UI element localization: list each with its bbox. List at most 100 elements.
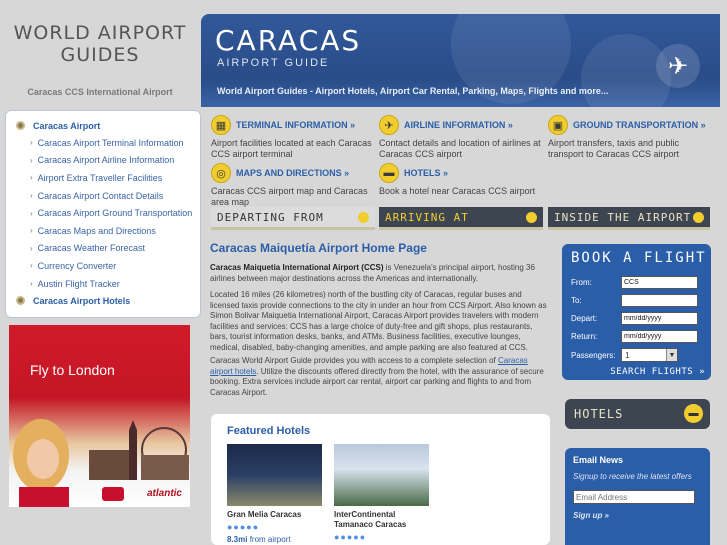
tab-arriving-at[interactable]: ARRIVING AT [379,207,543,230]
plane-icon [526,212,537,223]
sidebar-item-airline[interactable]: › Caracas Airport Airline Information [6,152,200,170]
chevron-right-icon: › [30,279,33,289]
hotels-paragraph: Caracas World Airport Guide provides you… [210,356,548,398]
sidebar-item-label: Caracas Airport Terminal Information [37,137,184,148]
hotel-distance-text: from airport [247,535,291,544]
hotel-distance-value: 8.3mi [227,535,248,544]
to-field[interactable] [621,294,698,307]
book-flight-title: BOOK A FLIGHT [571,250,707,266]
page-subtitle: AIRPORT GUIDE [217,57,330,69]
ground-info-link[interactable]: GROUND TRANSPORTATION » [573,120,706,130]
signup-link[interactable]: Sign up » [573,511,609,520]
hotels-text-b: . Utilize the discounts offered directly… [210,366,544,397]
model-portrait-image [13,419,69,507]
sidebar-item-contact[interactable]: › Caracas Airport Contact Details [6,187,200,205]
hotels-info-desc: Book a hotel near Caracas CCS airport [379,186,536,196]
featured-hotels-panel: Featured Hotels Gran Melia Caracas ●●●●●… [211,414,550,545]
sidebar-item-maps[interactable]: › Caracas Maps and Directions [6,222,200,240]
hotels-info-link[interactable]: HOTELS » [404,168,448,178]
search-flights-button[interactable]: SEARCH FLIGHTS » [610,367,705,377]
tab-label: DEPARTING FROM [217,210,324,224]
sidebar-item-label: Caracas Airport Hotels [33,295,131,306]
hotel-distance: 8.3mi from airport [227,535,322,544]
depart-date-field[interactable] [621,312,698,325]
hotel-stars: ●●●●● [227,522,260,532]
terminal-info-link[interactable]: TERMINAL INFORMATION » [236,120,355,130]
sidebar-item-label: Caracas Maps and Directions [37,225,156,236]
advert-brand: atlantic [146,488,182,499]
ground-info-panel: ▣ GROUND TRANSPORTATION » Airport transfe… [548,114,713,160]
sidebar-item-label: Caracas Airport Airline Information [37,155,175,166]
chevron-right-icon: › [30,138,33,148]
maps-info-panel: ◎ MAPS AND DIRECTIONS » Caracas CCS airpo… [211,162,376,208]
sidebar-item-terminal[interactable]: › Caracas Airport Terminal Information [6,134,200,152]
passengers-select[interactable]: 1 ▼ [621,348,678,362]
tab-inside-airport[interactable]: INSIDE THE AIRPORT [548,207,710,230]
email-news-title: Email News [573,455,624,465]
airplane-icon: ✈ [379,115,399,135]
tab-label: INSIDE THE AIRPORT [554,210,692,224]
tab-departing-from[interactable]: DEPARTING FROM [211,207,375,230]
hotel-card[interactable]: Gran Melia Caracas ●●●●● 8.3mi from airp… [227,444,322,544]
hotel-name[interactable]: Gran Melia Caracas [227,510,322,520]
sidebar-item-facilities[interactable]: › Airport Extra Traveller Facilities [6,169,200,187]
bus-icon: ▣ [548,115,568,135]
chevron-right-icon: › [30,155,33,165]
chevron-right-icon: › [30,243,33,253]
maps-info-link[interactable]: MAPS AND DIRECTIONS » [236,168,349,178]
return-label: Return: [571,332,598,341]
page-title: CARACAS [215,24,362,57]
from-field[interactable] [621,276,698,289]
compass-icon: ◎ [211,163,231,183]
ground-info-desc: Airport transfers, taxis and public tran… [548,138,680,159]
sidebar-item-ground[interactable]: › Caracas Airport Ground Transportation [6,204,200,222]
hotels-button[interactable]: HOTELS ▬ [565,399,710,429]
hotel-name[interactable]: InterContinental Tamanaco Caracas [334,510,429,530]
sidebar-item-label: Caracas Airport Contact Details [37,190,164,201]
airline-info-link[interactable]: AIRLINE INFORMATION » [404,120,513,130]
advert-banner[interactable]: Fly to London atlantic [9,325,190,507]
chevron-right-icon: › [30,191,33,201]
sidebar-item-caracas-airport[interactable]: Caracas Airport [6,117,200,134]
building-icon [693,212,704,223]
details-paragraph: Located 16 miles (26 kilometres) north o… [210,290,547,352]
airport-name: Caracas Maiquetia International Airport … [210,263,384,272]
sidebar-item-label: Currency Converter [37,260,117,271]
airline-info-panel: ✈ AIRLINE INFORMATION » Contact details a… [379,114,544,160]
email-news-text: Signup to receive the latest offers [573,472,692,481]
bullet-icon [16,121,25,130]
hotels-button-label: HOTELS [574,407,624,421]
sidebar-item-label: Caracas Airport [33,120,101,131]
book-flight-widget: BOOK A FLIGHT From: To: Depart: Return: … [562,244,711,380]
to-label: To: [571,296,582,305]
logo-line1: WORLD AIRPORT [13,22,187,44]
terminal-icon: ▦ [211,115,231,135]
hotel-card[interactable]: InterContinental Tamanaco Caracas ●●●●● [334,444,429,542]
hotel-photo[interactable] [227,444,322,506]
hotel-stars: ●●●●● [334,532,367,542]
sidebar-item-currency[interactable]: › Currency Converter [6,257,200,275]
bullet-icon [16,296,25,306]
chevron-right-icon: › [30,173,33,183]
main-heading: Caracas Maiquetía Airport Home Page [210,241,427,255]
tab-label: ARRIVING AT [385,210,469,224]
site-logo[interactable]: WORLD AIRPORT GUIDES [0,22,200,74]
terminal-info-panel: ▦ TERMINAL INFORMATION » Airport faciliti… [211,114,376,160]
email-field[interactable] [573,490,695,504]
intro-paragraph: Caracas Maiquetia International Airport … [210,263,548,284]
airline-info-desc: Contact details and location of airlines… [379,138,541,159]
logo-line2: GUIDES [60,44,140,66]
email-news-widget: Email News Signup to receive the latest … [565,448,710,545]
depart-label: Depart: [571,314,598,323]
sidebar-item-label: Caracas Weather Forecast [37,243,146,254]
sidebar-item-hotels[interactable]: Caracas Airport Hotels [6,292,200,309]
featured-hotels-title: Featured Hotels [227,425,311,437]
return-date-field[interactable] [621,330,698,343]
sidebar-item-weather[interactable]: › Caracas Weather Forecast [6,240,200,258]
sidebar-item-flight-tracker[interactable]: › Austin Flight Tracker [6,275,200,293]
chevron-right-icon: › [30,226,33,236]
chevron-down-icon[interactable]: ▼ [666,349,677,361]
chevron-right-icon: › [30,261,33,271]
sidebar-item-label: Caracas Airport Ground Transportation [37,208,193,219]
hotel-photo[interactable] [334,444,429,506]
